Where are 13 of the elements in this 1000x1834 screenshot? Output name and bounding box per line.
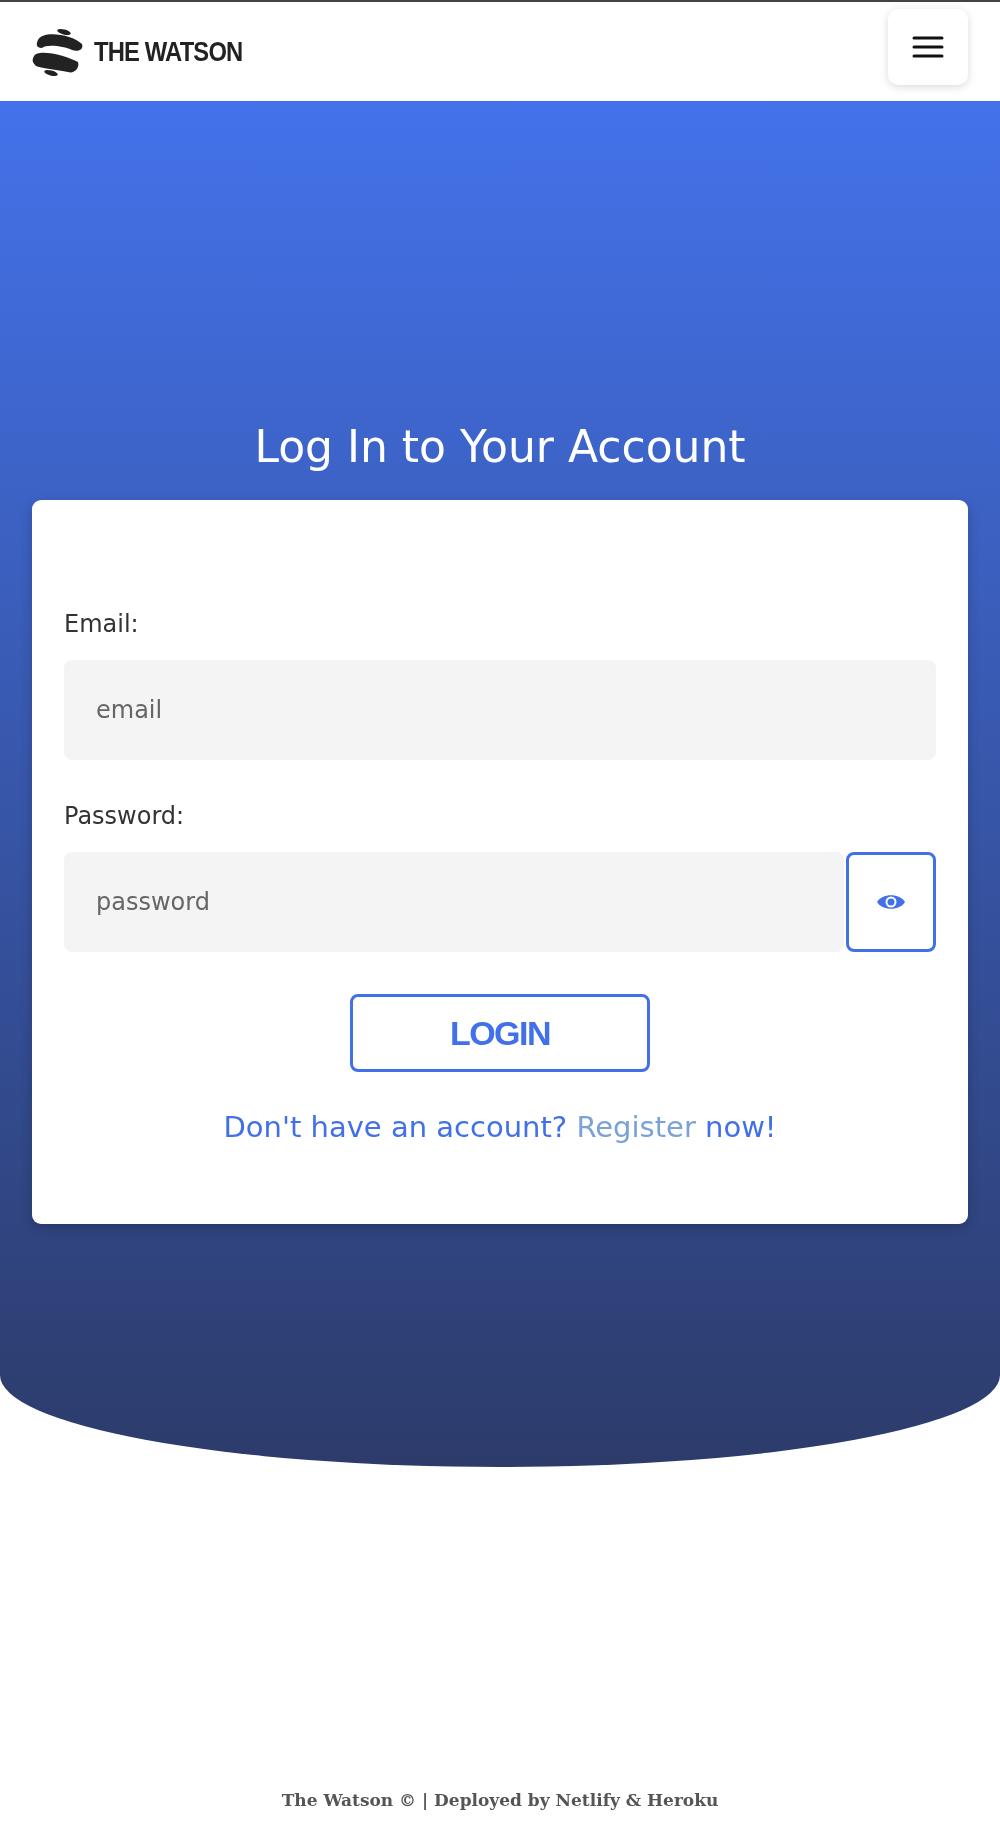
footer-text: The Watson © | Deployed by Netlify & Heroku <box>281 1790 719 1810</box>
menu-icon <box>912 34 944 59</box>
page-title: Log In to Your Account <box>253 421 747 472</box>
show-password-button[interactable] <box>846 852 936 952</box>
field-label: Password: <box>64 802 186 830</box>
field-label: Email: <box>64 610 140 638</box>
menu-button[interactable] <box>888 8 968 85</box>
login-button[interactable]: LOGIN <box>350 994 650 1072</box>
register-prompt: Don't have an account? Register now! <box>222 1110 778 1144</box>
brand-name[interactable]: THE WATSON <box>94 35 243 68</box>
password-field[interactable]: password <box>64 852 844 952</box>
email-field[interactable]: email <box>64 660 936 760</box>
register-link[interactable]: Register <box>576 1110 696 1144</box>
